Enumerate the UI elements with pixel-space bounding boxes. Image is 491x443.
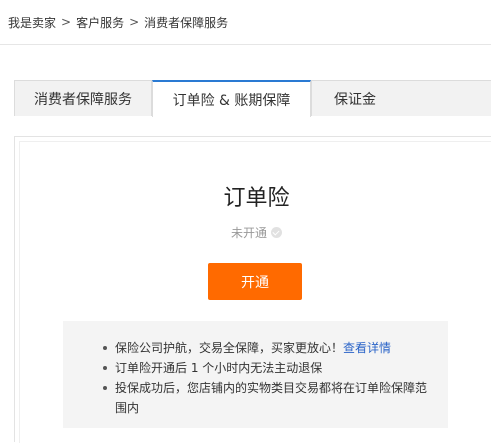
breadcrumb-item-consumer-protection: 消费者保障服务 <box>144 15 229 30</box>
tab-deposit[interactable]: 保证金 <box>311 80 491 116</box>
check-circle-icon <box>271 227 282 238</box>
open-button[interactable]: 开通 <box>208 263 302 300</box>
breadcrumb-separator: > <box>61 15 72 29</box>
card-inner: 订单险 未开通 开通 保险公司护航，交易全保障，买家更放心！查看详情 订单险开通… <box>19 141 491 443</box>
breadcrumb-item-seller[interactable]: 我是卖家 <box>8 14 56 31</box>
info-item-2: 订单险开通后 1 个小时内无法主动退保 <box>103 358 433 378</box>
tab-bar: 消费者保障服务 订单险 & 账期保障 保证金 <box>14 80 491 117</box>
page-title: 订单险 <box>223 186 290 211</box>
view-details-link[interactable]: 查看详情 <box>343 341 391 355</box>
tab-order-insurance[interactable]: 订单险 & 账期保障 <box>152 80 311 117</box>
status-text: 未开通 <box>230 226 267 240</box>
breadcrumb-item-customer-service[interactable]: 客户服务 <box>76 14 124 31</box>
order-insurance-card: 订单险 未开通 开通 保险公司护航，交易全保障，买家更放心！查看详情 订单险开通… <box>14 136 491 443</box>
info-item-1: 保险公司护航，交易全保障，买家更放心！查看详情 <box>103 338 433 358</box>
info-box: 保险公司护航，交易全保障，买家更放心！查看详情 订单险开通后 1 个小时内无法主… <box>63 321 448 428</box>
info-item-1-text: 保险公司护航，交易全保障，买家更放心！ <box>115 341 344 355</box>
breadcrumb: 我是卖家 > 客户服务 > 消费者保障服务 <box>0 0 491 45</box>
status-line: 未开通 <box>20 224 491 241</box>
breadcrumb-separator: > <box>129 15 140 29</box>
tab-consumer-protection[interactable]: 消费者保障服务 <box>14 80 152 116</box>
info-item-3: 投保成功后，您店铺内的实物类目交易都将在订单险保障范围内 <box>103 378 433 418</box>
